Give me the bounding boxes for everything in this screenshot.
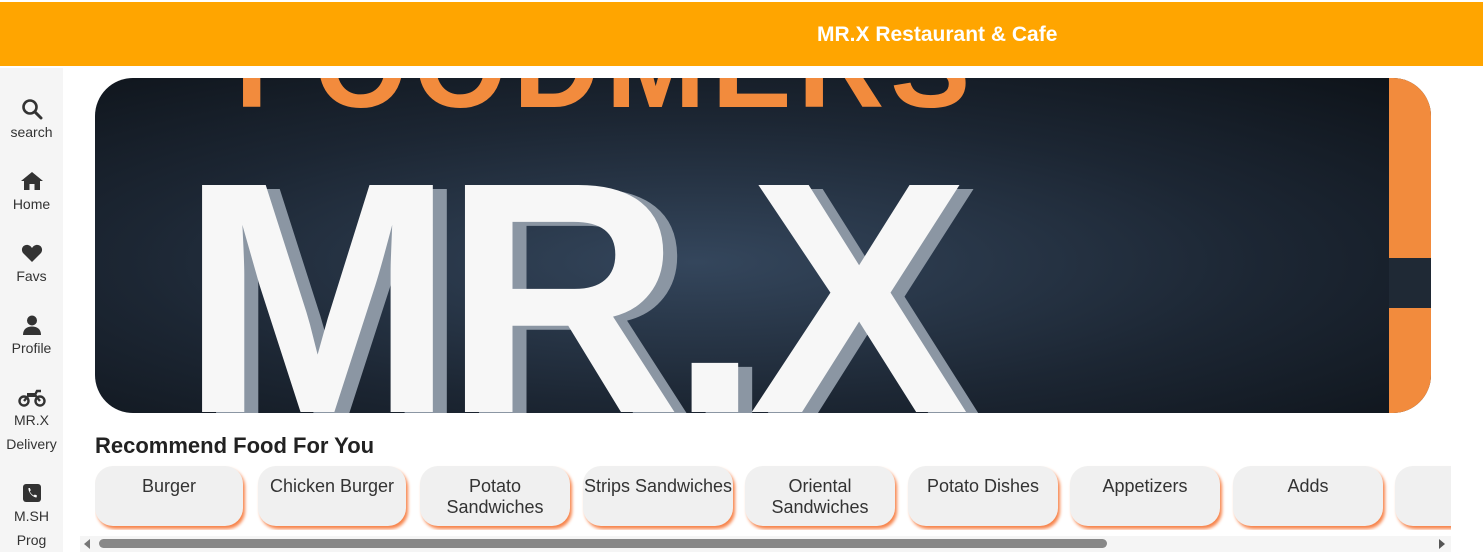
app-title: MR.X Restaurant & Cafe bbox=[817, 23, 1058, 46]
sidebar: search Home Favs Profile MR.X Delivery M… bbox=[0, 68, 63, 552]
sidebar-item-label: Home bbox=[12, 196, 51, 212]
sidebar-item-label: M.SH Prog bbox=[14, 508, 49, 548]
home-icon bbox=[0, 170, 63, 192]
sidebar-item-label: search bbox=[10, 124, 53, 140]
category-appetizers[interactable]: Appetizers bbox=[1070, 466, 1220, 526]
sidebar-item-favs[interactable]: Favs bbox=[0, 242, 63, 288]
user-icon bbox=[0, 314, 63, 336]
category-list: Burger Chicken Burger Potato Sandwiches … bbox=[95, 464, 1451, 530]
phone-icon bbox=[0, 482, 63, 504]
page-edge bbox=[1451, 68, 1483, 552]
sidebar-item-delivery[interactable]: MR.X Delivery bbox=[0, 386, 63, 456]
banner-accent-bar bbox=[1389, 78, 1431, 413]
category-oriental-sandwiches[interactable]: Oriental Sandwiches bbox=[745, 466, 895, 526]
hero-banner[interactable]: FOODMERS MR.X bbox=[95, 78, 1431, 413]
search-icon bbox=[0, 98, 63, 120]
sidebar-item-label: Favs bbox=[16, 268, 47, 284]
sidebar-item-profile[interactable]: Profile bbox=[0, 314, 63, 360]
sidebar-item-label: Profile bbox=[11, 340, 52, 356]
main-content: FOODMERS MR.X Recommend Food For You Bur… bbox=[63, 68, 1451, 552]
scroll-right-arrow-icon[interactable] bbox=[1439, 539, 1445, 549]
category-potato-dishes[interactable]: Potato Dishes bbox=[908, 466, 1058, 526]
sidebar-item-search[interactable]: search bbox=[0, 98, 63, 144]
category-partial[interactable]: S bbox=[1395, 466, 1451, 526]
sidebar-item-home[interactable]: Home bbox=[0, 170, 63, 216]
category-potato-sandwiches[interactable]: Potato Sandwiches bbox=[420, 466, 570, 526]
category-adds[interactable]: Adds bbox=[1233, 466, 1383, 526]
category-strips-sandwiches[interactable]: Strips Sandwiches bbox=[583, 466, 733, 526]
heart-icon bbox=[0, 242, 63, 264]
category-burger[interactable]: Burger bbox=[95, 466, 243, 526]
scroll-thumb[interactable] bbox=[99, 539, 1107, 548]
banner-logo: MR.X bbox=[180, 113, 969, 414]
app-header: MR.X Restaurant & Cafe bbox=[0, 2, 1483, 66]
horizontal-scrollbar[interactable] bbox=[80, 536, 1451, 552]
recommend-title: Recommend Food For You bbox=[95, 433, 375, 458]
motorcycle-icon bbox=[0, 386, 63, 408]
sidebar-item-contact[interactable]: M.SH Prog bbox=[0, 482, 63, 552]
scroll-left-arrow-icon[interactable] bbox=[84, 539, 90, 549]
category-chicken-burger[interactable]: Chicken Burger bbox=[258, 466, 406, 526]
sidebar-item-label: MR.X Delivery bbox=[6, 412, 57, 452]
